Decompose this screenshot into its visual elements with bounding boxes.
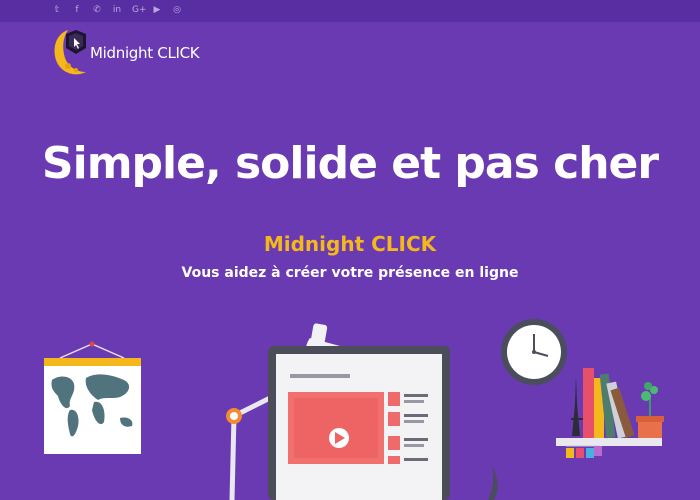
hero-illustration	[44, 319, 664, 500]
top-bar: 𝕥 f ✆ in G+ ▶ ◎	[0, 0, 700, 22]
facebook-icon[interactable]: f	[72, 4, 82, 16]
monitor	[268, 346, 450, 500]
hero-headline: Simple, solide et pas cher	[41, 138, 659, 189]
hero-subtitle: Vous aidez à créer votre présence en lig…	[181, 265, 519, 281]
twitter-icon[interactable]: 𝕥	[52, 4, 62, 16]
moon-logo-icon[interactable]	[50, 26, 90, 78]
social-links: 𝕥 f ✆ in G+ ▶ ◎	[52, 4, 182, 16]
linkedin-icon[interactable]: in	[112, 4, 122, 16]
whatsapp-icon[interactable]: ✆	[92, 4, 102, 16]
world-map-poster	[44, 341, 141, 454]
google-plus-icon[interactable]: G+	[132, 4, 147, 16]
plant-leaf-icon	[488, 466, 498, 500]
youtube-icon[interactable]: ▶	[152, 4, 162, 16]
eiffel-tower-icon	[572, 376, 580, 436]
hero-tagline: Midnight CLICK	[263, 232, 437, 256]
bookshelf	[556, 368, 664, 458]
wall-clock-icon	[501, 319, 567, 385]
instagram-icon[interactable]: ◎	[172, 4, 182, 16]
brand-name[interactable]: Midnight CLICK	[90, 44, 200, 62]
